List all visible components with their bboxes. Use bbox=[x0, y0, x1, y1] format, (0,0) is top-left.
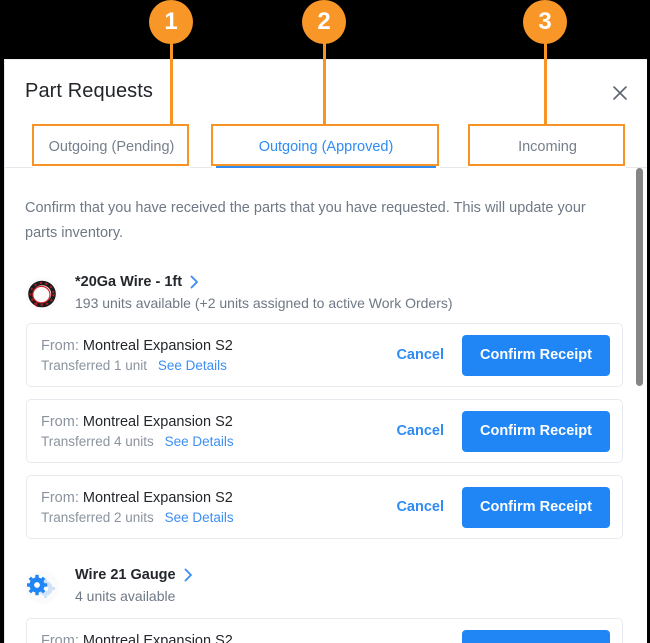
tab-bar: Outgoing (Pending) Outgoing (Approved) I… bbox=[5, 126, 647, 168]
from-label: From: bbox=[41, 414, 79, 430]
request-row: From: Montreal Expansion S2 Transferred … bbox=[26, 475, 623, 539]
request-from: From: Montreal Expansion S2 bbox=[41, 338, 396, 354]
request-meta: Transferred 4 units See Details bbox=[41, 434, 396, 449]
request-meta: Transferred 2 units See Details bbox=[41, 510, 396, 525]
annotation-number: 1 bbox=[164, 8, 177, 36]
from-location: Montreal Expansion S2 bbox=[83, 633, 233, 643]
tab-label: Outgoing (Approved) bbox=[259, 139, 394, 155]
request-row: From: Montreal Expansion S2 Transferred … bbox=[26, 618, 623, 643]
tab-outgoing-approved[interactable]: Outgoing (Approved) bbox=[212, 126, 440, 168]
request-details: From: Montreal Expansion S2 Transferred … bbox=[41, 633, 396, 643]
see-details-link[interactable]: See Details bbox=[158, 358, 227, 373]
request-details: From: Montreal Expansion S2 Transferred … bbox=[41, 338, 396, 373]
screenshot-root: Part Requests Outgoing (Pending) Outgoin… bbox=[0, 0, 650, 643]
part-name[interactable]: *20Ga Wire - 1ft bbox=[75, 274, 182, 290]
request-details: From: Montreal Expansion S2 Transferred … bbox=[41, 490, 396, 525]
annotation-number: 3 bbox=[538, 8, 551, 36]
request-row: From: Montreal Expansion S2 Transferred … bbox=[26, 323, 623, 387]
annotation-marker-3: 3 bbox=[523, 0, 567, 44]
part-availability: 193 units available (+2 units assigned t… bbox=[75, 295, 453, 311]
request-from: From: Montreal Expansion S2 bbox=[41, 414, 396, 430]
from-location: Montreal Expansion S2 bbox=[83, 414, 233, 430]
part-info: Wire 21 Gauge 4 units available bbox=[75, 567, 193, 604]
confirm-receipt-button[interactable]: Confirm Receipt bbox=[462, 487, 610, 528]
annotation-connector-3 bbox=[544, 40, 547, 126]
tab-outgoing-pending[interactable]: Outgoing (Pending) bbox=[33, 126, 190, 168]
request-from: From: Montreal Expansion S2 bbox=[41, 490, 396, 506]
from-label: From: bbox=[41, 490, 79, 506]
modal-header: Part Requests bbox=[5, 60, 647, 126]
intro-text: Confirm that you have received the parts… bbox=[25, 196, 617, 246]
confirm-receipt-button[interactable]: Confirm Receipt bbox=[462, 411, 610, 452]
cancel-button[interactable]: Cancel bbox=[396, 347, 444, 363]
gears-icon bbox=[25, 570, 59, 604]
annotation-connector-2 bbox=[323, 40, 326, 126]
transferred-quantity: Transferred 2 units bbox=[41, 510, 154, 525]
from-label: From: bbox=[41, 633, 79, 643]
page-title: Part Requests bbox=[25, 80, 153, 103]
part-group-header: Wire 21 Gauge 4 units available bbox=[25, 567, 647, 604]
confirm-receipt-button[interactable]: Confirm Receipt bbox=[462, 335, 610, 376]
annotation-marker-2: 2 bbox=[302, 0, 346, 44]
see-details-link[interactable]: See Details bbox=[165, 510, 234, 525]
request-meta: Transferred 1 unit See Details bbox=[41, 358, 396, 373]
part-availability: 4 units available bbox=[75, 588, 193, 604]
from-location: Montreal Expansion S2 bbox=[83, 490, 233, 506]
scrollbar-thumb[interactable] bbox=[636, 168, 643, 386]
from-location: Montreal Expansion S2 bbox=[83, 338, 233, 354]
chevron-right-icon[interactable] bbox=[184, 568, 193, 582]
see-details-link[interactable]: See Details bbox=[165, 434, 234, 449]
cancel-button[interactable]: Cancel bbox=[396, 423, 444, 439]
wire-coil-thumbnail bbox=[25, 277, 59, 311]
modal-body: Confirm that you have received the parts… bbox=[5, 168, 647, 643]
transferred-quantity: Transferred 4 units bbox=[41, 434, 154, 449]
request-from: From: Montreal Expansion S2 bbox=[41, 633, 396, 643]
scrollbar[interactable] bbox=[634, 168, 646, 643]
tab-label: Outgoing (Pending) bbox=[49, 139, 175, 155]
part-requests-modal: Part Requests Outgoing (Pending) Outgoin… bbox=[4, 59, 647, 643]
tab-label: Incoming bbox=[518, 139, 577, 155]
annotation-connector-1 bbox=[170, 40, 173, 126]
annotation-number: 2 bbox=[317, 8, 330, 36]
request-row: From: Montreal Expansion S2 Transferred … bbox=[26, 399, 623, 463]
transferred-quantity: Transferred 1 unit bbox=[41, 358, 147, 373]
part-group-header: *20Ga Wire - 1ft 193 units available (+2… bbox=[25, 274, 647, 311]
part-info: *20Ga Wire - 1ft 193 units available (+2… bbox=[75, 274, 453, 311]
cancel-button[interactable]: Cancel bbox=[396, 499, 444, 515]
annotation-marker-1: 1 bbox=[149, 0, 193, 44]
confirm-receipt-button[interactable]: Confirm Receipt bbox=[462, 630, 610, 643]
close-icon[interactable] bbox=[607, 80, 633, 106]
part-name[interactable]: Wire 21 Gauge bbox=[75, 567, 176, 583]
chevron-right-icon[interactable] bbox=[190, 275, 199, 289]
from-label: From: bbox=[41, 338, 79, 354]
tab-incoming[interactable]: Incoming bbox=[469, 126, 626, 168]
request-details: From: Montreal Expansion S2 Transferred … bbox=[41, 414, 396, 449]
